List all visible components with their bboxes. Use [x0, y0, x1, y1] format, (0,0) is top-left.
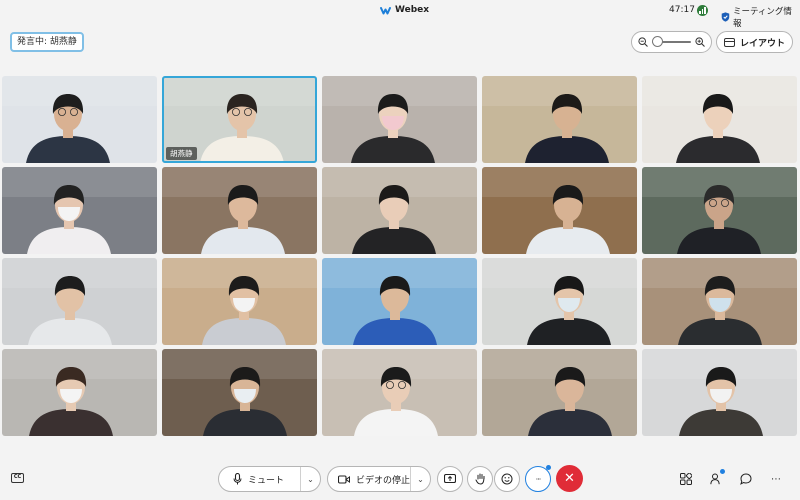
participant-video-tile[interactable] — [322, 258, 477, 345]
participant-video-tile[interactable] — [642, 258, 797, 345]
participant-video-frame — [322, 349, 477, 436]
raise-hand-icon — [475, 473, 484, 485]
layout-label: レイアウト — [739, 38, 785, 49]
participant-video-tile[interactable] — [162, 167, 317, 254]
participant-video-tile[interactable] — [2, 76, 157, 163]
chat-button[interactable] — [739, 472, 753, 486]
participants-icon — [710, 473, 720, 485]
participant-video-tile[interactable] — [642, 349, 797, 436]
more-icon: ⋯ — [771, 473, 781, 485]
zoom-slider[interactable] — [631, 31, 712, 53]
apps-button[interactable] — [679, 472, 693, 486]
stop-video-button[interactable]: ビデオの停止 ⌄ — [327, 466, 431, 492]
overflow-menu-button[interactable]: ⋯ — [769, 472, 783, 486]
participant-video-tile[interactable]: 胡燕静 — [162, 76, 317, 163]
smiley-icon — [501, 473, 513, 485]
share-screen-icon — [444, 473, 456, 483]
participant-video-frame — [2, 76, 157, 163]
zoom-track[interactable] — [652, 36, 691, 47]
participant-video-frame — [322, 258, 477, 345]
participant-name-label: 胡燕静 — [166, 147, 197, 160]
participant-video-tile[interactable] — [642, 167, 797, 254]
shield-icon — [721, 12, 730, 22]
layout-icon — [723, 37, 735, 47]
webex-logo-icon — [380, 6, 391, 14]
participant-video-frame — [642, 76, 797, 163]
stop-video-label: ビデオの停止 — [356, 475, 411, 486]
participant-video-tile[interactable] — [162, 258, 317, 345]
raise-hand-button[interactable] — [467, 466, 493, 492]
participant-video-tile[interactable] — [322, 167, 477, 254]
participant-video-frame — [162, 258, 317, 345]
participant-video-frame — [2, 349, 157, 436]
close-icon: ✕ — [564, 471, 575, 486]
mute-options-chevron-down-icon[interactable]: ⌄ — [300, 467, 320, 491]
participants-button[interactable] — [709, 469, 725, 486]
more-options-badge — [546, 465, 551, 470]
participant-video-tile[interactable] — [2, 258, 157, 345]
meeting-info-button[interactable]: ミーティング情報 — [721, 5, 800, 29]
participant-video-frame — [162, 167, 317, 254]
app-title: Webex — [380, 5, 429, 15]
zoom-in-icon[interactable] — [695, 37, 705, 47]
layout-button[interactable]: レイアウト — [716, 31, 793, 53]
participant-video-frame — [482, 349, 637, 436]
reactions-button[interactable] — [494, 466, 520, 492]
participant-video-frame — [482, 258, 637, 345]
participant-video-tile[interactable] — [2, 167, 157, 254]
meeting-timer: 47:17 — [669, 5, 695, 15]
mute-button[interactable]: ミュート ⌄ — [218, 466, 321, 492]
closed-captions-button[interactable]: CC — [11, 473, 24, 483]
participant-video-tile[interactable] — [642, 76, 797, 163]
participant-video-frame — [642, 258, 797, 345]
apps-grid-icon — [680, 473, 692, 485]
video-options-chevron-down-icon[interactable]: ⌄ — [410, 467, 430, 491]
meeting-info-label: ミーティング情報 — [732, 7, 792, 29]
active-speaker-indicator: 発言中: 胡燕静 — [10, 32, 84, 52]
share-content-button[interactable] — [437, 466, 463, 492]
participant-video-frame — [322, 76, 477, 163]
participant-video-frame — [642, 167, 797, 254]
participant-video-tile[interactable] — [482, 258, 637, 345]
video-camera-icon — [338, 474, 350, 484]
participant-video-frame — [482, 76, 637, 163]
zoom-out-icon[interactable] — [638, 37, 648, 47]
participant-video-frame — [2, 167, 157, 254]
title-bar: Webex 47:17 ミーティング情報 — [0, 0, 800, 29]
microphone-icon — [233, 473, 242, 485]
network-signal-icon[interactable] — [697, 5, 708, 16]
participant-video-frame — [2, 258, 157, 345]
participant-video-tile[interactable] — [482, 76, 637, 163]
participant-video-tile[interactable] — [322, 349, 477, 436]
participants-badge — [720, 469, 725, 474]
participant-video-tile[interactable] — [2, 349, 157, 436]
video-grid: 胡燕静 — [2, 76, 798, 436]
participant-video-frame — [322, 167, 477, 254]
app-name: Webex — [395, 5, 430, 15]
more-options-button[interactable]: ··· — [525, 465, 551, 492]
participant-video-frame — [162, 349, 317, 436]
participant-video-tile[interactable] — [482, 167, 637, 254]
participant-video-tile[interactable] — [482, 349, 637, 436]
chat-bubble-icon — [740, 473, 752, 485]
participant-video-tile[interactable] — [322, 76, 477, 163]
more-options-icon: ··· — [535, 474, 542, 484]
participant-video-tile[interactable] — [162, 349, 317, 436]
mute-label: ミュート — [248, 475, 285, 486]
leave-meeting-button[interactable]: ✕ — [556, 465, 583, 492]
participant-video-frame — [642, 349, 797, 436]
participant-video-frame — [482, 167, 637, 254]
zoom-thumb[interactable] — [652, 36, 663, 47]
